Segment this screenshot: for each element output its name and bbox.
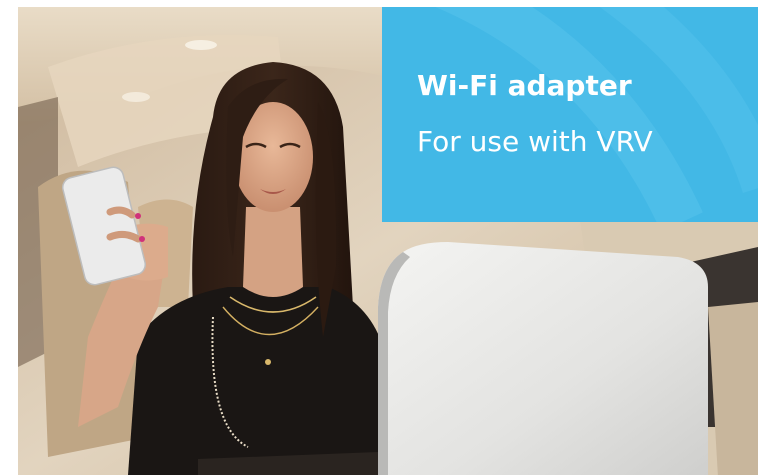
product-title: Wi-Fi adapter — [417, 69, 632, 102]
hero-banner: Wi-Fi adapter For use with VRV — [18, 7, 758, 475]
product-subtitle: For use with VRV — [417, 125, 653, 158]
wifi-waves-decoration — [435, 7, 758, 222]
product-info-panel: Wi-Fi adapter For use with VRV — [382, 7, 758, 222]
